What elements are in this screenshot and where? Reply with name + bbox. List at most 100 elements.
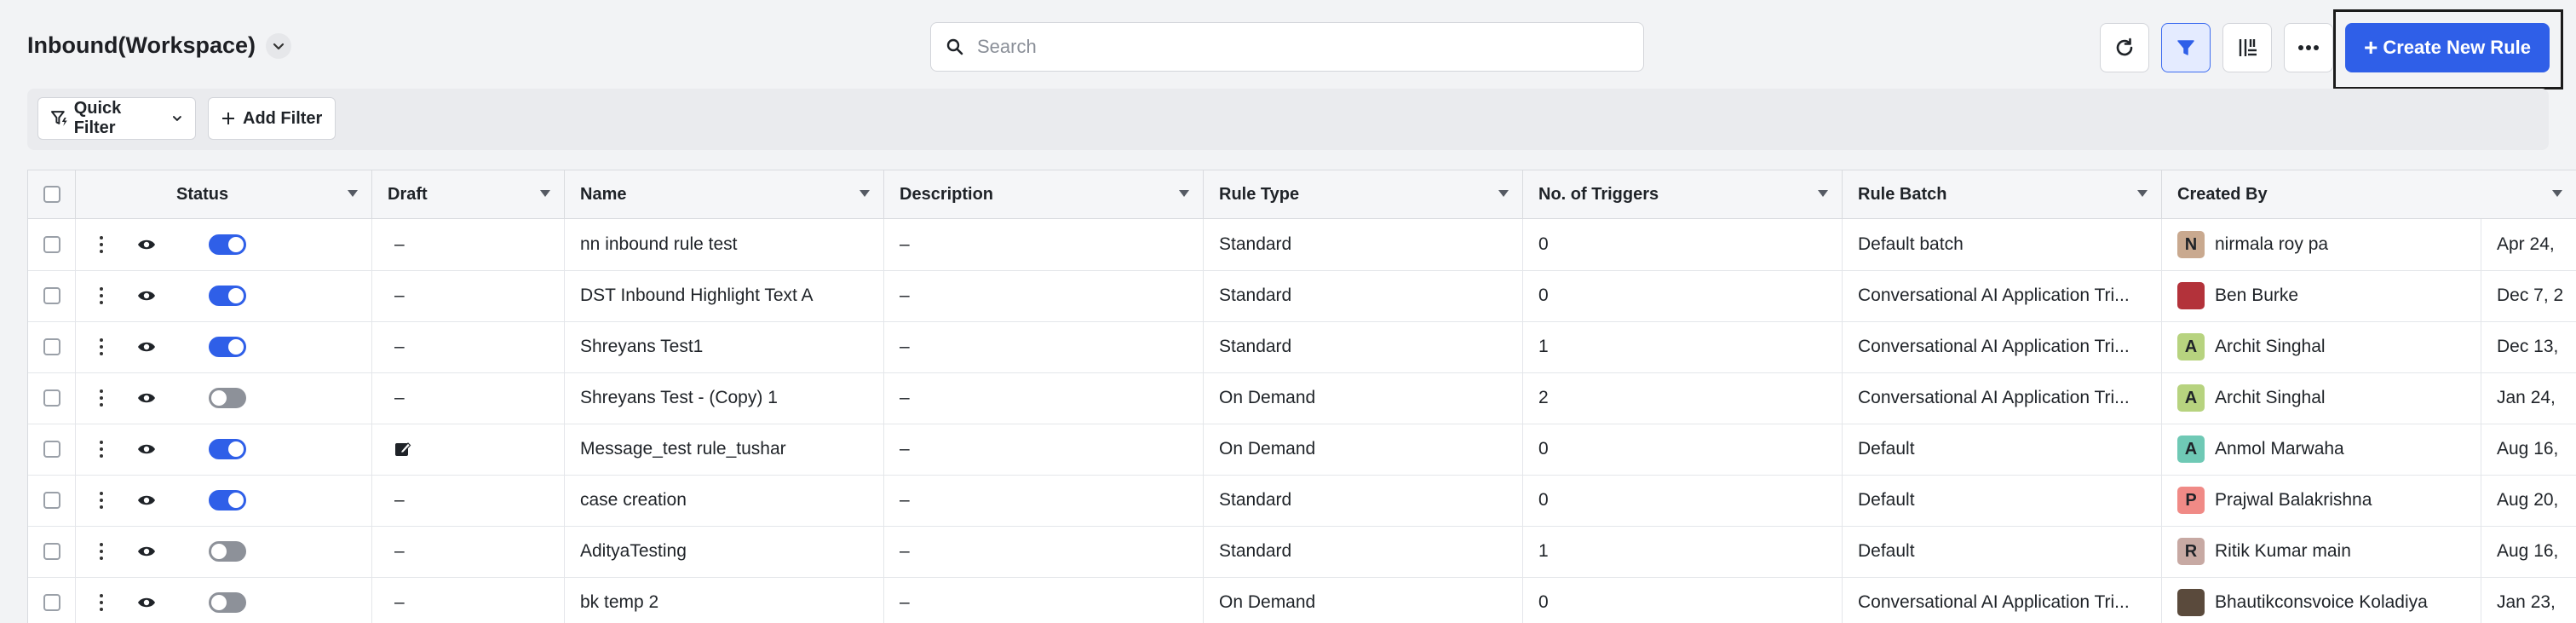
columns-button[interactable]: [2222, 23, 2272, 72]
name-cell[interactable]: Message_test rule_tushar: [565, 424, 884, 475]
table-row[interactable]: – case creation – Standard 0 Default P Prajwal …: [28, 475, 2576, 527]
sort-caret-icon[interactable]: [540, 190, 550, 197]
edit-draft-icon[interactable]: [394, 441, 411, 458]
name-cell[interactable]: nn inbound rule test: [565, 219, 884, 270]
select-all-checkbox[interactable]: [43, 186, 60, 203]
refresh-button[interactable]: [2100, 23, 2149, 72]
eye-icon[interactable]: [137, 238, 156, 251]
eye-icon[interactable]: [137, 340, 156, 354]
kebab-menu-icon[interactable]: [100, 287, 103, 304]
name-cell[interactable]: DST Inbound Highlight Text A: [565, 270, 884, 321]
sort-caret-icon[interactable]: [1818, 190, 1828, 197]
add-filter-button[interactable]: Add Filter: [208, 97, 336, 140]
eye-icon[interactable]: [137, 289, 156, 303]
status-toggle[interactable]: [209, 234, 246, 255]
eye-icon[interactable]: [137, 596, 156, 609]
row-checkbox[interactable]: [43, 594, 60, 611]
status-toggle[interactable]: [209, 286, 246, 306]
sort-caret-icon[interactable]: [2137, 190, 2148, 197]
table-row[interactable]: – AdityaTesting – Standard 1 Default R Ritik Ku…: [28, 526, 2576, 578]
name-cell[interactable]: AdityaTesting: [565, 526, 884, 577]
triggers-cell: 0: [1523, 424, 1843, 475]
kebab-menu-icon[interactable]: [100, 543, 103, 560]
description-text: –: [900, 388, 910, 407]
row-actions-cell: [76, 577, 161, 623]
title-group: Inbound(Workspace): [27, 32, 292, 59]
sort-caret-icon[interactable]: [348, 190, 358, 197]
rule-type-cell: Standard: [1204, 219, 1523, 270]
eye-icon[interactable]: [137, 545, 156, 558]
column-header-rule-type[interactable]: Rule Type: [1204, 170, 1523, 218]
filter-toggle-button[interactable]: [2161, 23, 2211, 72]
sort-caret-icon[interactable]: [2552, 190, 2562, 197]
triggers-text: 2: [1538, 388, 1549, 407]
column-header-created-by[interactable]: Created By: [2162, 170, 2576, 218]
search-input[interactable]: [975, 35, 1626, 59]
created-by-name: nirmala roy pa: [2215, 234, 2329, 254]
row-checkbox[interactable]: [43, 389, 60, 407]
page-title: Inbound(Workspace): [27, 32, 256, 58]
rule-type-text: Standard: [1219, 337, 1292, 356]
table-row[interactable]: – DST Inbound Highlight Text A – Standard 0 C…: [28, 270, 2576, 322]
table-row[interactable]: – bk temp 2 – On Demand 0 Conversational AI A…: [28, 577, 2576, 623]
create-new-rule-label: Create New Rule: [2383, 37, 2531, 58]
row-checkbox[interactable]: [43, 236, 60, 253]
description-text: –: [900, 234, 910, 254]
row-checkbox[interactable]: [43, 543, 60, 560]
kebab-menu-icon[interactable]: [100, 594, 103, 611]
name-cell[interactable]: Shreyans Test1: [565, 321, 884, 372]
status-toggle[interactable]: [209, 388, 246, 408]
created-by-cell: A Anmol Marwaha: [2162, 424, 2481, 475]
refresh-icon: [2116, 37, 2133, 56]
name-cell[interactable]: bk temp 2: [565, 577, 884, 623]
eye-icon[interactable]: [137, 391, 156, 405]
create-new-rule-button[interactable]: + Create New Rule: [2345, 23, 2550, 72]
column-header-no-of-triggers[interactable]: No. of Triggers: [1523, 170, 1843, 218]
quick-filter-button[interactable]: Quick Filter: [37, 97, 196, 140]
chevron-down-icon: [273, 43, 285, 49]
status-toggle[interactable]: [209, 337, 246, 357]
column-header-draft[interactable]: Draft: [372, 170, 565, 218]
status-toggle[interactable]: [209, 439, 246, 459]
rule-type-text: On Demand: [1219, 592, 1316, 612]
row-checkbox[interactable]: [43, 338, 60, 355]
select-all-cell: [28, 170, 76, 218]
name-cell[interactable]: Shreyans Test - (Copy) 1: [565, 372, 884, 424]
draft-cell: –: [372, 219, 565, 270]
table-row[interactable]: – Shreyans Test - (Copy) 1 – On Demand 2 Conv…: [28, 372, 2576, 424]
name-cell[interactable]: case creation: [565, 475, 884, 526]
kebab-menu-icon[interactable]: [100, 338, 103, 355]
more-options-button[interactable]: [2284, 23, 2333, 72]
column-header-status[interactable]: Status: [161, 170, 372, 218]
eye-icon[interactable]: [137, 442, 156, 456]
row-actions-cell: [76, 219, 161, 270]
workspace-dropdown-button[interactable]: [266, 32, 292, 59]
table-row[interactable]: Message_test rule_tushar – On Demand 0 Defau…: [28, 424, 2576, 476]
sort-caret-icon[interactable]: [1179, 190, 1189, 197]
column-header-rule-batch[interactable]: Rule Batch: [1843, 170, 2162, 218]
row-checkbox[interactable]: [43, 441, 60, 458]
search-box[interactable]: [930, 22, 1644, 72]
sort-caret-icon[interactable]: [1498, 190, 1509, 197]
column-header-description[interactable]: Description: [884, 170, 1204, 218]
created-by-name: Anmol Marwaha: [2215, 439, 2344, 459]
kebab-menu-icon[interactable]: [100, 492, 103, 509]
row-checkbox[interactable]: [43, 492, 60, 509]
kebab-menu-icon[interactable]: [100, 236, 103, 253]
batch-text: Conversational AI Application Tri...: [1858, 388, 2130, 407]
status-toggle[interactable]: [209, 592, 246, 613]
created-by-cell: Bhautikconsvoice Koladiya: [2162, 577, 2481, 623]
column-header-name[interactable]: Name: [565, 170, 884, 218]
table-row[interactable]: – Shreyans Test1 – Standard 1 Conversational …: [28, 321, 2576, 373]
rule-type-text: Standard: [1219, 490, 1292, 510]
table-row[interactable]: – nn inbound rule test – Standard 0 Default b…: [28, 219, 2576, 271]
kebab-menu-icon[interactable]: [100, 389, 103, 407]
sort-caret-icon[interactable]: [860, 190, 870, 197]
batch-cell: Default batch: [1843, 219, 2162, 270]
eye-icon[interactable]: [137, 493, 156, 507]
row-checkbox[interactable]: [43, 287, 60, 304]
rules-table: Status Draft Name Description Rule Type No. o…: [27, 170, 2576, 623]
kebab-menu-icon[interactable]: [100, 441, 103, 458]
status-toggle[interactable]: [209, 541, 246, 562]
status-toggle[interactable]: [209, 490, 246, 511]
